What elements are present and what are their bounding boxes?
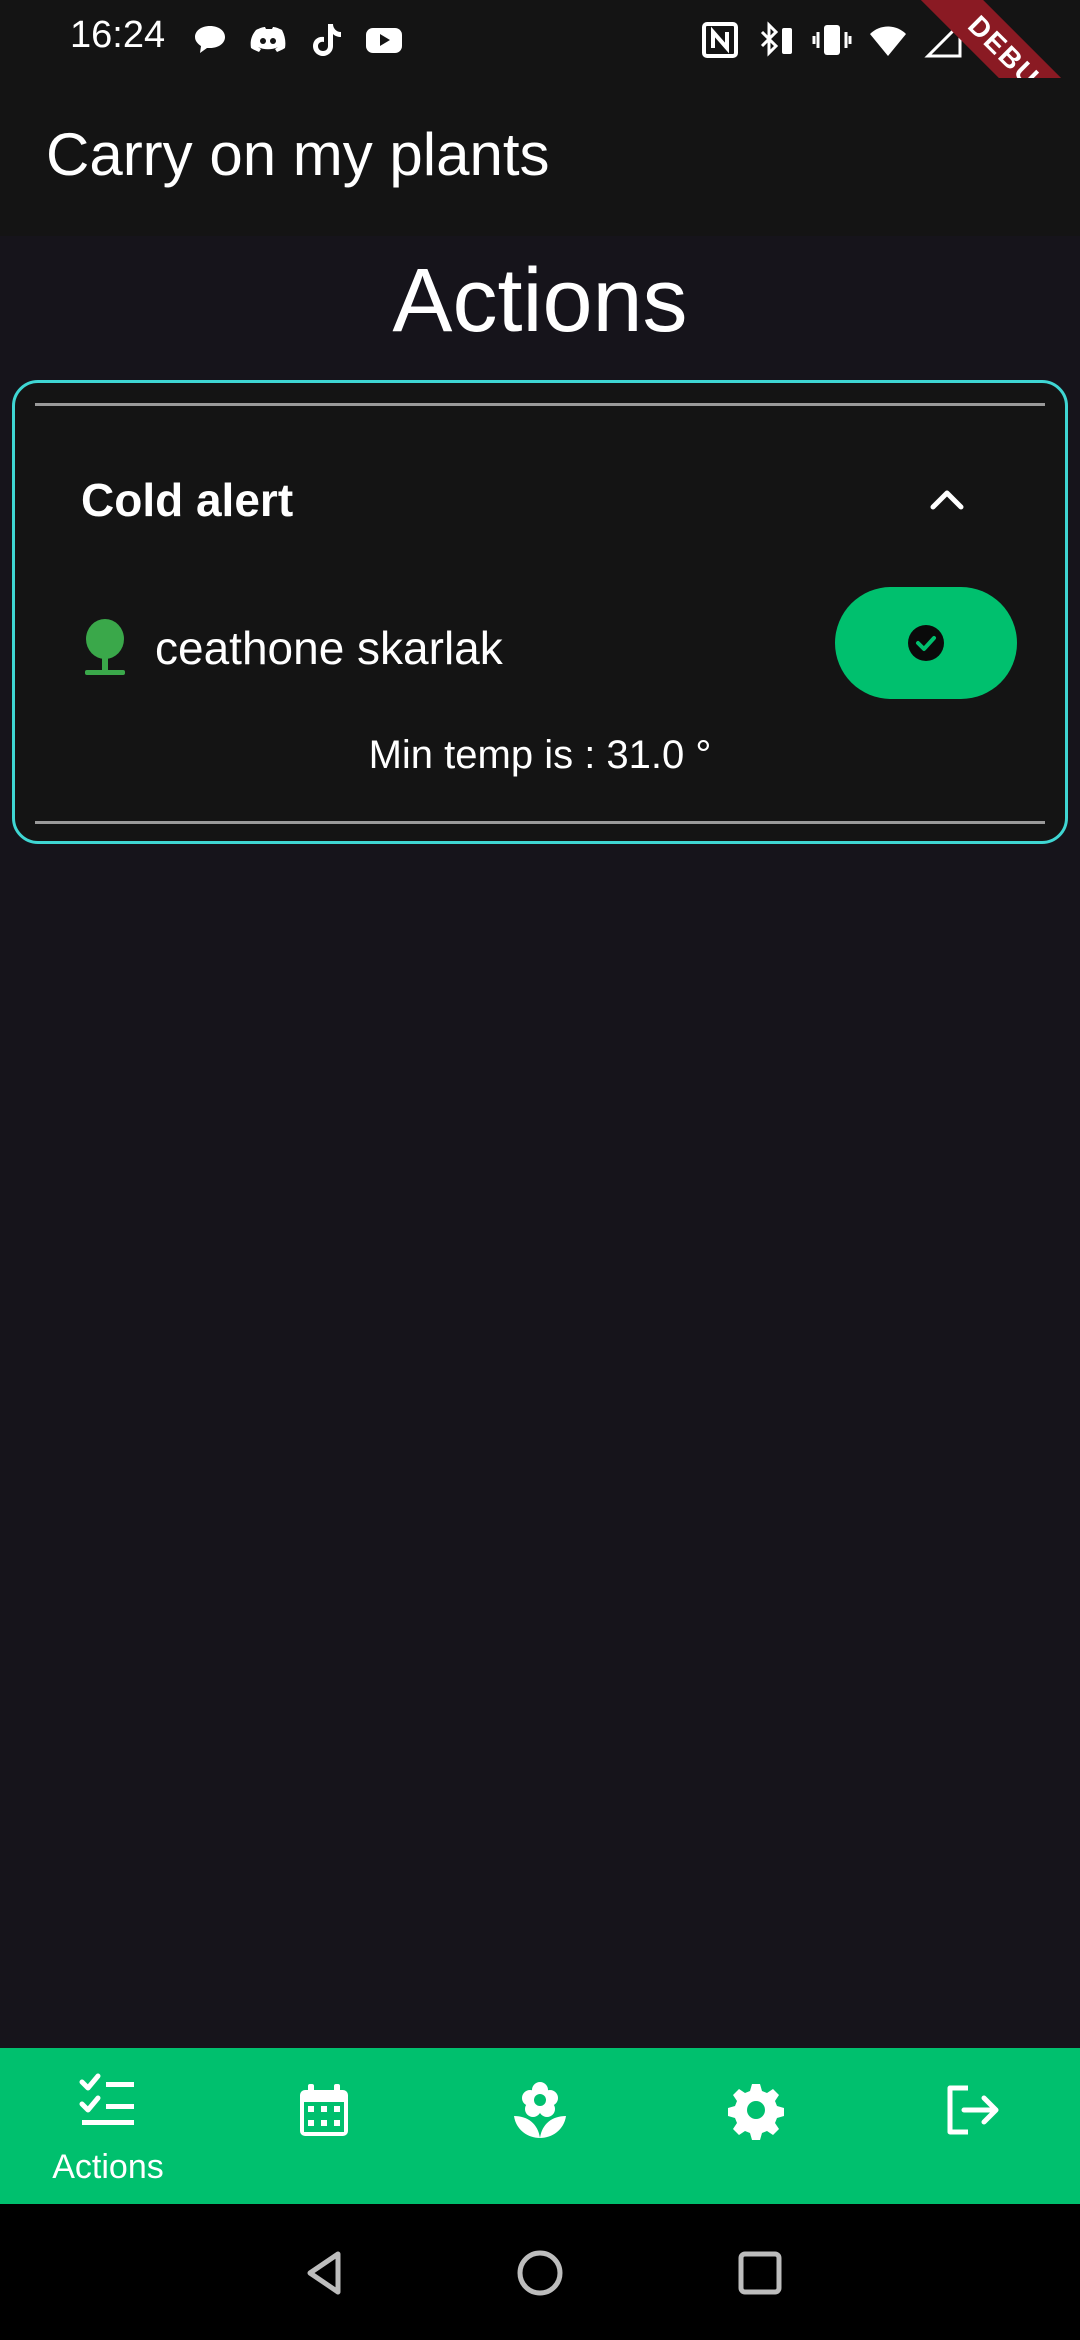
chevron-up-icon[interactable]	[925, 477, 969, 521]
confirm-button[interactable]	[835, 587, 1017, 699]
cold-alert-card: Cold alert ceathone skarlak Min temp is …	[12, 380, 1068, 844]
back-icon[interactable]	[300, 2248, 350, 2298]
discord-icon	[250, 27, 286, 52]
page-title: Actions	[392, 251, 688, 351]
app-title: Carry on my plants	[46, 121, 550, 188]
nav-item-settings[interactable]	[648, 2048, 864, 2204]
card-divider-top	[35, 403, 1045, 406]
logout-icon	[947, 2085, 999, 2135]
notification-icons	[190, 20, 404, 60]
tiktok-icon	[313, 24, 341, 56]
nav-item-plants[interactable]	[432, 2048, 648, 2204]
nfc-icon	[702, 22, 738, 58]
flower-icon	[514, 2082, 566, 2138]
recents-icon[interactable]	[735, 2248, 785, 2298]
gear-icon	[728, 2084, 784, 2140]
section-title: Cold alert	[81, 474, 294, 526]
youtube-icon	[366, 28, 402, 53]
chat-bubble-icon	[195, 26, 225, 53]
check-circle-icon	[908, 625, 944, 661]
calendar-icon	[300, 2084, 348, 2136]
home-icon[interactable]	[515, 2248, 565, 2298]
bottom-navigation: Actions	[0, 2048, 1080, 2204]
app-bar: Carry on my plants	[0, 78, 1080, 236]
vibrate-icon	[812, 25, 852, 55]
nav-item-actions[interactable]: Actions	[0, 2048, 216, 2204]
min-temp-text: Min temp is : 31.0 °	[368, 733, 712, 777]
bluetooth-battery-icon	[760, 21, 792, 57]
system-navigation-bar	[0, 2204, 1080, 2340]
status-time: 16:24	[70, 14, 166, 56]
cold-alert-header[interactable]: Cold alert	[15, 443, 1065, 553]
nav-label-actions: Actions	[52, 2148, 164, 2186]
nav-item-calendar[interactable]	[216, 2048, 432, 2204]
card-divider-bottom	[35, 821, 1045, 824]
checklist-icon	[79, 2073, 134, 2125]
nav-item-logout[interactable]	[864, 2048, 1080, 2204]
tree-icon	[85, 619, 125, 675]
plant-name: ceathone skarlak	[155, 622, 503, 674]
plant-row: ceathone skarlak	[15, 583, 1065, 703]
